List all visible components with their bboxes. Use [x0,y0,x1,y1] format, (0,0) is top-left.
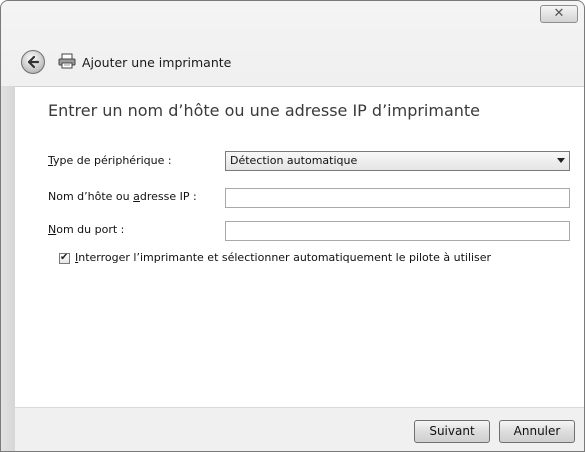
port-name-field[interactable] [225,221,570,241]
content-panel: Entrer un nom d’hôte ou une adresse IP d… [15,86,584,408]
back-button[interactable] [21,50,45,74]
check-mark-icon: ✔ [60,252,69,263]
close-button[interactable]: ✕ [540,5,578,23]
next-button[interactable]: Suivant [414,420,490,443]
query-printer-checkbox[interactable]: ✔ [59,252,70,264]
chevron-down-icon [557,158,565,163]
port-name-label: Nom du port : [48,223,125,236]
device-type-value: Détection automatique [230,154,358,167]
cancel-button[interactable]: Annuler [499,420,575,443]
close-icon: ✕ [553,6,565,21]
device-type-label: Type de périphérique : [48,154,172,167]
hostname-label: Nom d’hôte ou adresse IP : [48,190,197,203]
title-bar: ✕ [1,1,584,31]
add-printer-window: ✕ Ajouter une imprimante Entrer un nom d… [0,0,585,452]
page-heading: Entrer un nom d’hôte ou une adresse IP d… [48,101,481,120]
window-title: Ajouter une imprimante [82,55,232,70]
navigation-bar: Ajouter une imprimante [1,31,584,86]
footer-bar: Suivant Annuler [15,407,584,451]
query-printer-label[interactable]: Interroger l’imprimante et sélectionner … [75,251,491,264]
window-frame-strip [1,86,15,451]
device-type-select[interactable]: Détection automatique [225,151,570,171]
printer-icon [58,53,76,69]
hostname-field[interactable] [225,188,570,208]
back-arrow-icon [27,55,40,69]
